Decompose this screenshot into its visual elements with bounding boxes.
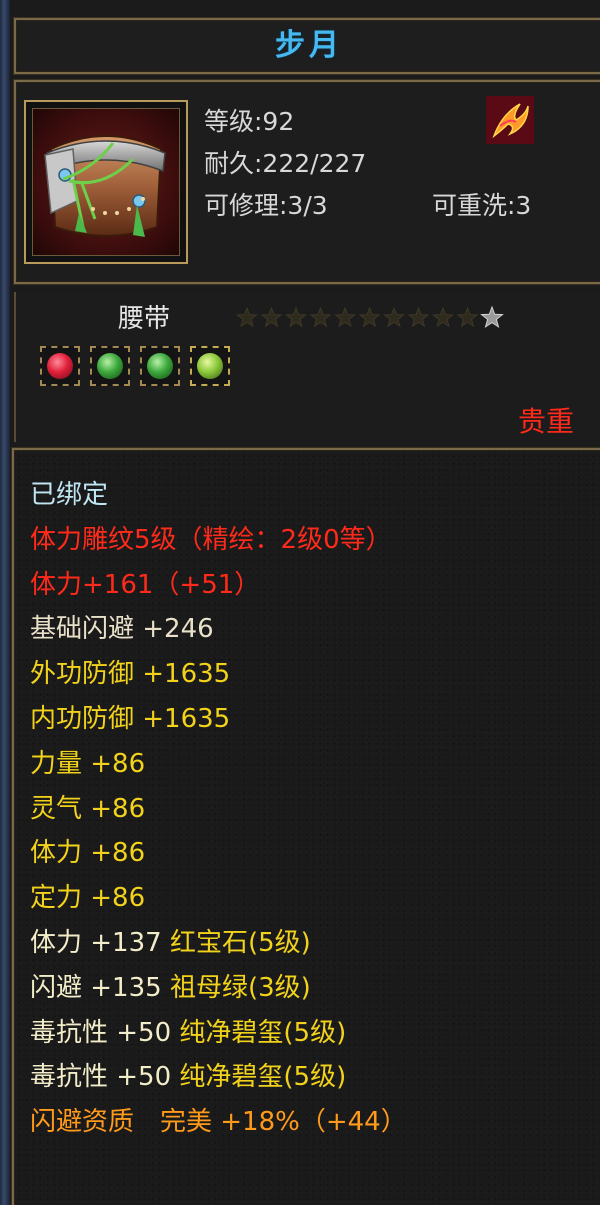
- background-edge: [0, 0, 10, 1205]
- attribute-line: 灵气 +86: [30, 793, 146, 824]
- attribute-line: 力量 +86: [30, 748, 146, 779]
- attribute-value: 毒抗性 +50: [30, 1062, 180, 1093]
- star-icon: [407, 306, 430, 328]
- item-icon-frame[interactable]: [24, 100, 188, 264]
- star-icon: [383, 306, 405, 328]
- gem-source: 纯净碧玺(5级): [179, 1017, 347, 1048]
- attribute-line: 外功防御 +1635: [30, 659, 231, 690]
- attribute-line: 内功防御 +1635: [30, 704, 231, 734]
- attribute-line: 体力 +86: [30, 838, 146, 869]
- gem-slot-emerald[interactable]: [90, 346, 130, 386]
- attribute-line: 基础闪避 +246: [30, 614, 214, 645]
- item-tooltip-panel: 步月 等级:92 耐久:222/227 可修理:3/3 可重洗:3 腰带 贵重 …: [0, 0, 600, 1205]
- star-icon: [260, 306, 283, 328]
- gem-slot-ruby[interactable]: [40, 346, 80, 386]
- attribute-line: 已绑定: [30, 480, 109, 510]
- item-name: 步月: [275, 28, 343, 63]
- attribute-line: 体力+161（+51）: [30, 569, 261, 600]
- star-icon: [358, 306, 381, 328]
- attribute-line: 体力雕纹5级（精绘：2级0等）: [30, 524, 392, 555]
- attribute-line: 体力 +137 红宝石(5级): [30, 922, 311, 959]
- attribute-value: 体力 +137: [30, 928, 170, 958]
- attribute-line: 定力 +86: [30, 883, 146, 914]
- emerald-icon: [147, 353, 173, 379]
- attribute-value: 闪避 +135: [30, 972, 170, 1003]
- phoenix-icon: [486, 96, 534, 144]
- star-icon: [285, 306, 307, 328]
- item-durability: 耐久:222/227: [204, 149, 367, 178]
- gem-source: 纯净碧玺(5级): [179, 1062, 347, 1093]
- attribute-line: 毒抗性 +50 纯净碧玺(5级): [30, 1056, 346, 1093]
- rarity-label: 贵重: [518, 405, 575, 438]
- belt-icon: [32, 108, 180, 256]
- gem-source: 红宝石(5级): [169, 928, 311, 958]
- star-icon: [236, 306, 258, 328]
- attribute-line: 闪避资质 完美 +18%（+44）: [30, 1107, 407, 1138]
- star-icon: [334, 306, 356, 328]
- item-rewash-count: 可重洗:3: [432, 191, 532, 220]
- item-level: 等级:92: [204, 107, 295, 136]
- star-icon: [309, 306, 332, 328]
- attribute-value: 毒抗性 +50: [30, 1017, 180, 1048]
- gem-source: 祖母绿(3级): [169, 972, 311, 1003]
- star-icon: [456, 306, 479, 328]
- star-icon: [480, 305, 504, 329]
- item-repair-count: 可修理:3/3: [204, 191, 328, 220]
- attribute-line: 闪避 +135 祖母绿(3级): [30, 967, 311, 1004]
- ruby-icon: [47, 353, 73, 379]
- star-rating: [236, 303, 516, 333]
- emerald-icon: [97, 353, 123, 379]
- star-icon: [432, 306, 454, 328]
- jade-icon: [197, 353, 223, 379]
- title-bar: 步月: [14, 18, 600, 74]
- item-type: 腰带: [118, 304, 171, 334]
- gem-slot-emerald-2[interactable]: [140, 346, 180, 386]
- attribute-line: 毒抗性 +50 纯净碧玺(5级): [30, 1012, 346, 1049]
- gem-slot-jade[interactable]: [190, 346, 230, 386]
